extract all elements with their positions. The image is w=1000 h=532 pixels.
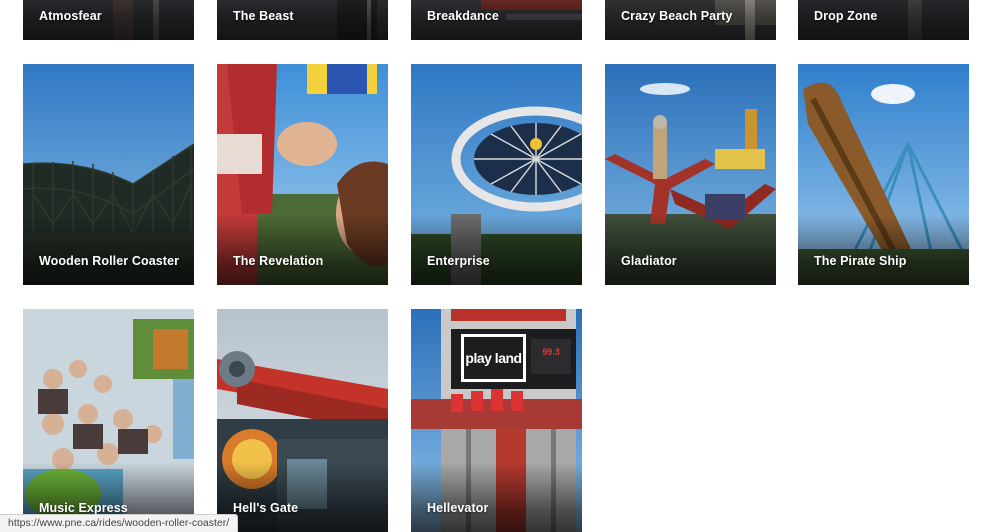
ride-title: Music Express [39, 501, 128, 515]
ride-card-wooden-roller-coaster[interactable]: Wooden Roller Coaster [23, 64, 194, 285]
ride-card-crazy-beach-party[interactable]: Crazy Beach Party [605, 0, 776, 40]
ride-title: Breakdance [427, 9, 499, 23]
ride-card-gladiator[interactable]: Gladiator [605, 64, 776, 285]
ride-title: The Beast [233, 9, 294, 23]
ride-title: The Pirate Ship [814, 254, 907, 268]
ride-title: Crazy Beach Party [621, 9, 733, 23]
ride-card-hells-gate[interactable]: Hell's Gate [217, 309, 388, 532]
browser-status-url: https://www.pne.ca/rides/wooden-roller-c… [0, 514, 239, 532]
ride-card-atmosfear[interactable]: Atmosfear [23, 0, 194, 40]
ride-card-breakdance[interactable]: Breakdance [411, 0, 582, 40]
rides-grid: Atmosfear The Beast Breakdance Crazy Bea… [0, 0, 1000, 532]
ride-title: Wooden Roller Coaster [39, 254, 180, 268]
playland-sign: play land [465, 350, 522, 366]
ride-card-the-beast[interactable]: The Beast [217, 0, 388, 40]
ride-title: Hellevator [427, 501, 489, 515]
ride-title: The Revelation [233, 254, 324, 268]
ride-title: Atmosfear [39, 9, 102, 23]
ride-card-hellevator[interactable]: play land 99.3 Hellevator [411, 309, 582, 532]
ride-card-the-revelation[interactable]: The Revelation [217, 64, 388, 285]
ride-card-the-pirate-ship[interactable]: The Pirate Ship [798, 64, 969, 285]
ride-title: Gladiator [621, 254, 677, 268]
ride-title: Drop Zone [814, 9, 878, 23]
ride-title: Enterprise [427, 254, 490, 268]
ride-title: Hell's Gate [233, 501, 299, 515]
ride-card-enterprise[interactable]: Enterprise [411, 64, 582, 285]
radio-sign: 99.3 [542, 347, 560, 357]
ride-card-music-express[interactable]: Music Express [23, 309, 194, 532]
ride-card-drop-zone[interactable]: Drop Zone [798, 0, 969, 40]
